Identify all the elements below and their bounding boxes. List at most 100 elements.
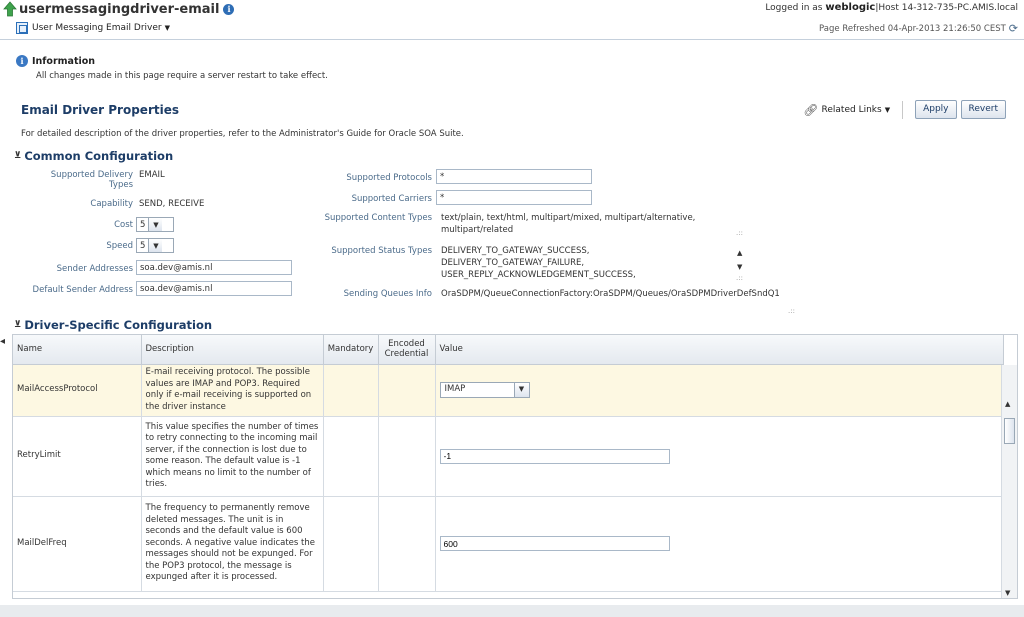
resize-grip-icon[interactable]: .:: (736, 229, 743, 237)
target-menu-label: User Messaging Email Driver (32, 23, 162, 33)
related-links-label: Related Links (821, 104, 882, 115)
row-value-cell (435, 496, 1004, 592)
sender-addresses-label: Sender Addresses (56, 264, 133, 274)
mail-access-protocol-value: IMAP (444, 384, 466, 395)
scroll-up-icon[interactable]: ▲ (1005, 400, 1010, 408)
protocols-label: Supported Protocols (346, 173, 432, 183)
driver-configuration-title: Driver-Specific Configuration (24, 318, 213, 332)
row-name: MailAccessProtocol (13, 364, 142, 417)
delivery-types-label: Supported Delivery Types (50, 170, 133, 190)
row-mandatory (323, 416, 379, 497)
related-links-menu[interactable]: 🔗︎ Related Links ▼ (803, 103, 890, 117)
column-header-mandatory[interactable]: Mandatory (323, 335, 379, 365)
table-header-row: Name Description Mandatory Encoded Crede… (13, 335, 1004, 365)
scrollbar-thumb[interactable] (1004, 418, 1015, 444)
row-mandatory (323, 496, 379, 592)
carriers-label: Supported Carriers (351, 194, 432, 204)
revert-button[interactable]: Revert (960, 100, 1006, 119)
queues-value: OraSDPM/QueueConnectionFactory:OraSDPM/Q… (441, 289, 780, 299)
login-info: Logged in as weblogic|Host 14-312-735-PC… (765, 2, 1018, 13)
refresh-icon[interactable]: ⟳ (1009, 22, 1018, 35)
column-header-encoded-credential[interactable]: Encoded Credential (378, 335, 436, 365)
column-header-name[interactable]: Name (13, 335, 142, 365)
driver-properties-table: Name Description Mandatory Encoded Crede… (12, 334, 1018, 599)
mail-del-freq-input[interactable] (439, 536, 670, 551)
queues-label: Sending Queues Info (343, 289, 432, 299)
row-value-cell (435, 416, 1004, 497)
default-sender-label: Default Sender Address (32, 285, 133, 295)
splitter-handle-icon[interactable]: ◂ (0, 336, 5, 347)
content-types-label: Supported Content Types (324, 213, 432, 223)
row-encoded-credential (378, 364, 436, 417)
resize-grip-icon[interactable]: .:: (736, 274, 743, 282)
logged-in-prefix: Logged in as (765, 3, 823, 13)
row-mandatory (323, 364, 379, 417)
collapse-icon[interactable]: ⊻ (14, 320, 21, 330)
info-icon[interactable]: i (223, 3, 235, 15)
carriers-input[interactable] (436, 190, 592, 205)
table-row[interactable]: RetryLimit This value specifies the numb… (13, 416, 1004, 497)
collapse-icon[interactable]: ⊻ (14, 151, 21, 161)
user-link[interactable]: weblogic (825, 2, 875, 13)
information-title: Information (32, 55, 96, 67)
bottom-bar (0, 605, 1024, 617)
section-description: For detailed description of the driver p… (21, 129, 464, 139)
table-row[interactable]: MailDelFreq The frequency to permanently… (13, 496, 1004, 592)
default-sender-input[interactable] (136, 281, 292, 296)
driver-configuration-header[interactable]: ⊻ Driver-Specific Configuration (14, 318, 212, 332)
column-header-value[interactable]: Value (435, 335, 1004, 365)
scroll-down-icon[interactable]: ▼ (1005, 589, 1010, 597)
chevron-down-icon: ▼ (513, 383, 529, 397)
information-message: All changes made in this page require a … (36, 71, 328, 81)
table-vertical-scrollbar[interactable]: ▲ ▼ (1001, 365, 1017, 598)
apply-button[interactable]: Apply (915, 100, 957, 119)
section-actions: 🔗︎ Related Links ▼ Apply Revert (803, 100, 1006, 119)
status-types-line-2: DELIVERY_TO_GATEWAY_FAILURE, (441, 258, 585, 268)
speed-label: Speed (106, 241, 133, 251)
protocols-input[interactable] (436, 169, 592, 184)
common-configuration-header[interactable]: ⊻ Common Configuration (14, 149, 173, 163)
refresh-info: Page Refreshed 04-Apr-2013 21:26:50 CEST… (819, 22, 1018, 35)
mail-access-protocol-select[interactable]: IMAP ▼ (439, 382, 530, 398)
row-description: E-mail receiving protocol. The possible … (141, 364, 324, 417)
divider (902, 100, 904, 119)
section-title: Email Driver Properties (21, 103, 179, 117)
status-types-line-3: USER_REPLY_ACKNOWLEDGEMENT_SUCCESS, (441, 270, 636, 280)
row-description: This value specifies the number of times… (141, 416, 324, 497)
scroll-down-icon[interactable]: ▼ (737, 263, 742, 271)
information-box: i Information All changes made in this p… (16, 55, 328, 81)
resize-grip-icon[interactable]: .:: (788, 307, 795, 315)
target-icon (16, 22, 28, 34)
cost-select[interactable]: 5 ▼ (136, 217, 174, 232)
title-row: usermessagingdriver-email i (3, 1, 235, 17)
host-info: |Host 14-312-735-PC.AMIS.local (875, 3, 1018, 13)
chevron-down-icon: ▼ (884, 105, 891, 114)
content-types-line-2: multipart/related (441, 225, 514, 235)
paperclip-icon: 🔗︎ (803, 102, 819, 117)
row-name: MailDelFreq (13, 496, 142, 592)
common-configuration-title: Common Configuration (24, 149, 174, 163)
status-types-line-1: DELIVERY_TO_GATEWAY_SUCCESS, (441, 246, 590, 256)
row-encoded-credential (378, 416, 436, 497)
target-menu[interactable]: User Messaging Email Driver ▼ (16, 22, 170, 34)
table-row[interactable]: MailAccessProtocol E-mail receiving prot… (13, 364, 1004, 417)
sender-addresses-input[interactable] (136, 260, 292, 275)
chevron-down-icon: ▼ (148, 239, 163, 252)
delivery-types-value: EMAIL (139, 170, 165, 180)
information-heading: i Information (16, 55, 328, 67)
row-name: RetryLimit (13, 416, 142, 497)
cost-label: Cost (114, 220, 133, 230)
row-value-cell: IMAP ▼ (435, 364, 1004, 417)
speed-select[interactable]: 5 ▼ (136, 238, 174, 253)
page-header: usermessagingdriver-email i User Messagi… (0, 0, 1024, 40)
refresh-timestamp: Page Refreshed 04-Apr-2013 21:26:50 CEST (819, 23, 1006, 34)
content-types-line-1: text/plain, text/html, multipart/mixed, … (441, 213, 696, 223)
cost-value: 5 (140, 219, 146, 230)
row-description: The frequency to permanently remove dele… (141, 496, 324, 592)
scroll-up-icon[interactable]: ▲ (737, 249, 742, 257)
column-header-description[interactable]: Description (141, 335, 324, 365)
up-arrow-icon (3, 1, 17, 17)
speed-value: 5 (140, 240, 146, 251)
status-types-label: Supported Status Types (331, 246, 432, 256)
retry-limit-input[interactable] (439, 448, 670, 464)
